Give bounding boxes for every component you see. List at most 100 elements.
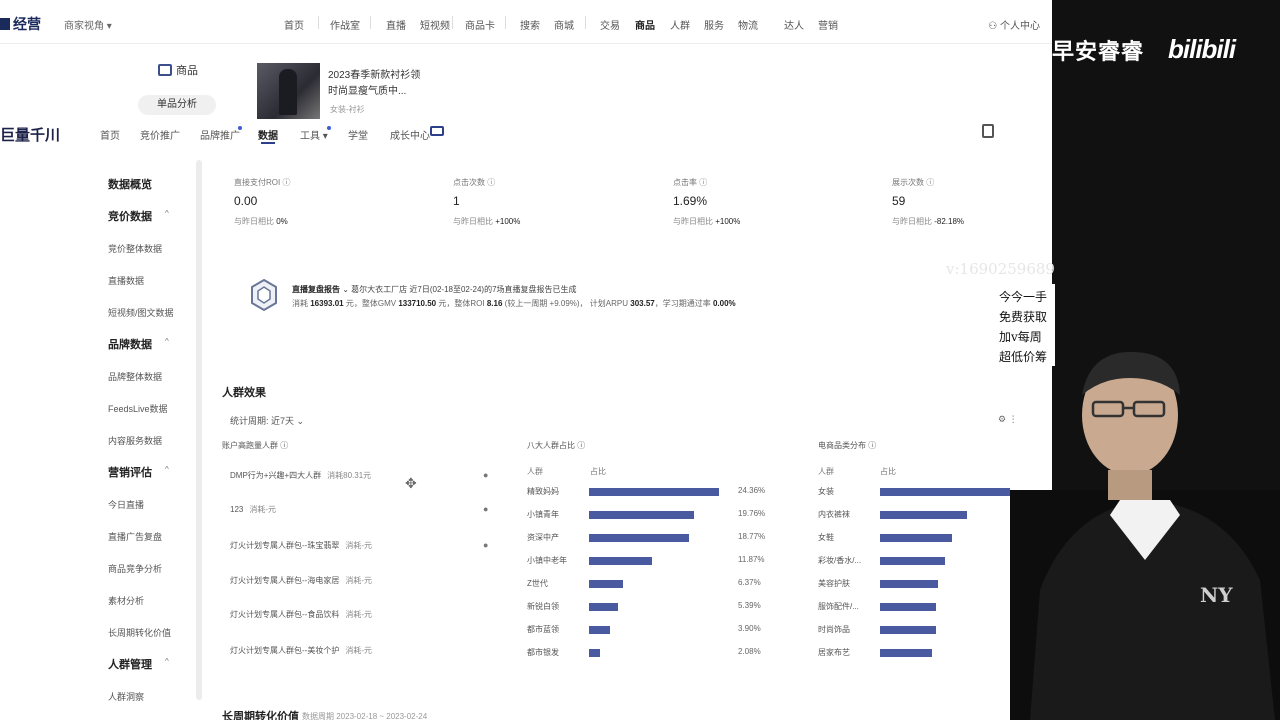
- crowd-account-item[interactable]: DMP行为+兴趣+四大人群 消耗80.31元: [230, 470, 371, 481]
- sub-nav-item[interactable]: 成长中心: [390, 127, 430, 142]
- sidebar-item[interactable]: FeedsLive数据: [108, 402, 168, 415]
- product-category: 女装-衬衫: [330, 105, 365, 114]
- metric-label-text: 展示次数: [892, 178, 924, 187]
- info-icon[interactable]: ⓘ: [485, 178, 495, 187]
- top-nav-item[interactable]: 首页: [284, 17, 304, 32]
- info-icon[interactable]: ⓘ: [577, 441, 585, 450]
- eight-crowd-pct: 5.39%: [738, 601, 761, 610]
- product-title-line1[interactable]: 2023春季新款衬衫领: [328, 66, 420, 81]
- sidebar-group-header[interactable]: 人群管理 ^: [108, 656, 169, 672]
- view-selector[interactable]: 商家视角 ▾: [64, 17, 112, 32]
- sidebar-item[interactable]: 直播广告复盘: [108, 530, 162, 543]
- chevron-up-icon[interactable]: ^: [165, 465, 169, 474]
- sidebar-scrollbar[interactable]: [196, 160, 202, 700]
- crowd-account-item[interactable]: 灯火计划专属人群包--食品饮料 消耗-元: [230, 609, 372, 620]
- sidebar-item[interactable]: 今日直播: [108, 498, 144, 511]
- product-thumbnail[interactable]: [257, 63, 320, 119]
- sidebar-group-header[interactable]: 品牌数据 ^: [108, 336, 169, 352]
- qianchuan-navigation: 巨量千川 首页 竞价推广 品牌推广 数据 工具 ▾ 学堂 成长中心: [0, 118, 1052, 148]
- brand-logo[interactable]: 经营: [0, 14, 41, 34]
- top-nav-item[interactable]: 商品卡: [465, 17, 495, 32]
- info-icon[interactable]: ⓘ: [280, 441, 288, 450]
- metric-card: 展示次数 ⓘ 59 与昨日相比 -82.18%: [892, 177, 964, 227]
- sidebar-group-title: 竞价数据: [108, 211, 152, 223]
- sidebar-item[interactable]: 竞价整体数据: [108, 242, 162, 255]
- eight-crowd-bar[interactable]: [589, 534, 689, 542]
- sidebar-item[interactable]: 人群洞察: [108, 690, 144, 703]
- single-product-analysis-button[interactable]: 单品分析: [138, 95, 216, 115]
- eight-crowd-bar[interactable]: [589, 626, 610, 634]
- eight-crowd-bar[interactable]: [589, 580, 623, 588]
- metric-label-text: 点击次数: [453, 178, 485, 187]
- crowd-action-icon[interactable]: ●: [483, 470, 488, 480]
- top-nav-item[interactable]: 人群: [670, 17, 690, 32]
- chevron-up-icon[interactable]: ^: [165, 337, 169, 346]
- metric-compare: 与昨日相比 +100%: [673, 216, 740, 227]
- sidebar-item-overview[interactable]: 数据概览: [108, 176, 152, 192]
- eight-crowd-name: 精致妈妈: [527, 487, 559, 496]
- personal-center-link[interactable]: ⚇ 个人中心: [988, 17, 1040, 32]
- sidebar-item[interactable]: 素材分析: [108, 594, 144, 607]
- top-nav-item[interactable]: 达人: [784, 17, 804, 32]
- info-icon[interactable]: ⓘ: [697, 178, 707, 187]
- crowd-account-item[interactable]: 123 消耗-元: [230, 504, 276, 515]
- sub-nav-item[interactable]: 数据: [258, 127, 278, 144]
- top-nav-item[interactable]: 交易: [600, 17, 620, 32]
- top-nav-item[interactable]: 物流: [738, 17, 758, 32]
- crowd-account-item[interactable]: 灯火计划专属人群包--珠宝翡翠 消耗-元: [230, 540, 372, 551]
- top-nav-item[interactable]: 商品: [635, 17, 655, 32]
- top-nav-item[interactable]: 短视频: [420, 17, 450, 32]
- sub-nav-item[interactable]: 首页: [100, 127, 120, 142]
- category-bar[interactable]: [880, 649, 932, 657]
- category-bar[interactable]: [880, 557, 945, 565]
- sub-nav-item[interactable]: 品牌推广: [200, 127, 240, 142]
- chevron-up-icon[interactable]: ^: [165, 209, 169, 218]
- sub-nav-item[interactable]: 学堂: [348, 127, 368, 142]
- message-icon[interactable]: [982, 124, 994, 138]
- sidebar-item[interactable]: 长周期转化价值: [108, 626, 171, 639]
- category-bar[interactable]: [880, 580, 938, 588]
- top-nav-item[interactable]: 直播: [386, 17, 406, 32]
- category-bar[interactable]: [880, 603, 936, 611]
- top-nav-item[interactable]: 商城: [554, 17, 574, 32]
- metric-value: 59: [892, 194, 906, 208]
- info-icon[interactable]: ⓘ: [868, 441, 876, 450]
- growth-icon[interactable]: [430, 126, 444, 136]
- crowd-action-icon[interactable]: ●: [483, 540, 488, 550]
- eight-crowd-bar[interactable]: [589, 603, 618, 611]
- sidebar-item[interactable]: 内容服务数据: [108, 434, 162, 447]
- eight-crowd-bar[interactable]: [589, 649, 600, 657]
- statistic-period-select[interactable]: 统计周期: 近7天 ⌄: [230, 414, 304, 427]
- category-bar[interactable]: [880, 534, 952, 542]
- sub-nav-item[interactable]: 工具 ▾: [300, 127, 328, 142]
- eight-crowd-bar[interactable]: [589, 557, 652, 565]
- report-header[interactable]: 直播复盘报告 ⌄ 葛尔大衣工厂店 近7日(02-18至02-24)的7场直播复盘…: [292, 284, 577, 295]
- qianchuan-logo[interactable]: 巨量千川: [0, 124, 60, 145]
- info-icon[interactable]: ⓘ: [924, 178, 934, 187]
- sidebar-item[interactable]: 短视频/图文数据: [108, 306, 174, 319]
- category-bar[interactable]: [880, 511, 967, 519]
- eight-crowd-pct: 19.76%: [738, 509, 766, 518]
- crowd-account-item[interactable]: 灯火计划专属人群包--美妆个护 消耗-元: [230, 645, 372, 656]
- report-title: 直播复盘报告: [292, 285, 340, 294]
- metric-compare: 与昨日相比 +100%: [453, 216, 520, 227]
- product-title-line2[interactable]: 时尚显瘦气质中...: [328, 82, 406, 97]
- crowd-action-icon[interactable]: ●: [483, 504, 488, 514]
- sidebar-item[interactable]: 品牌整体数据: [108, 370, 162, 383]
- sidebar-item[interactable]: 商品竞争分析: [108, 562, 162, 575]
- top-nav-item[interactable]: 营销: [818, 17, 838, 32]
- info-icon[interactable]: ⓘ: [280, 178, 290, 187]
- top-nav-item[interactable]: 作战室: [330, 17, 360, 32]
- sub-nav-item[interactable]: 竞价推广: [140, 127, 180, 142]
- chevron-up-icon[interactable]: ^: [165, 657, 169, 666]
- category-bar[interactable]: [880, 626, 936, 634]
- sidebar-item[interactable]: 直播数据: [108, 274, 144, 287]
- eight-crowd-bar[interactable]: [589, 511, 694, 519]
- sidebar-group-header[interactable]: 营销评估 ^: [108, 464, 169, 480]
- category-bar[interactable]: [880, 488, 1010, 496]
- top-nav-item[interactable]: 服务: [704, 17, 724, 32]
- sidebar-group-header[interactable]: 竞价数据 ^: [108, 208, 169, 224]
- top-nav-item[interactable]: 搜索: [520, 17, 540, 32]
- eight-crowd-bar[interactable]: [589, 488, 719, 496]
- crowd-account-item[interactable]: 灯火计划专属人群包--海电家居 消耗-元: [230, 575, 372, 586]
